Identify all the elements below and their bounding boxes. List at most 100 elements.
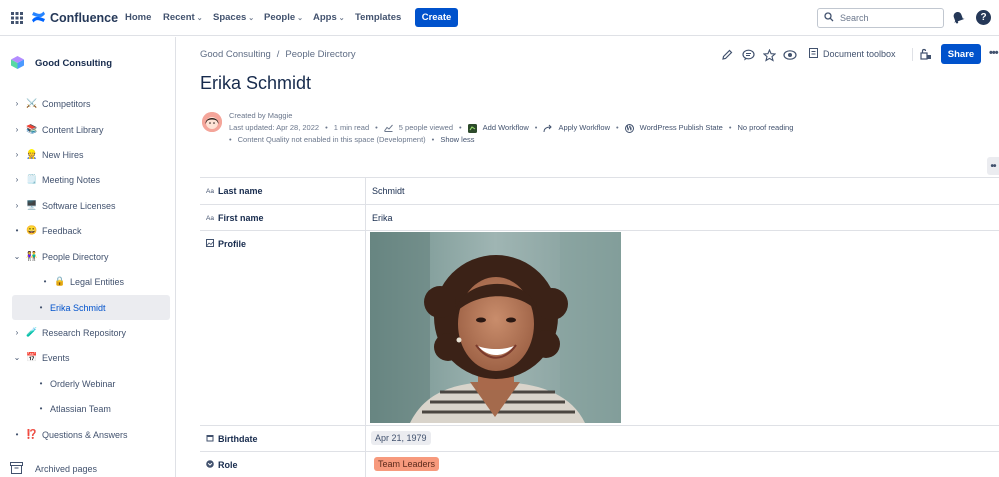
sidebar-item-events[interactable]: ⌄ 📅 Events: [12, 345, 170, 370]
property-label: Aa First name: [206, 213, 264, 223]
show-less-link[interactable]: Show less: [440, 134, 474, 146]
document-toolbox-button[interactable]: Document toolbox: [809, 48, 896, 60]
sidebar-item-meeting-notes[interactable]: › 🗒️ Meeting Notes: [12, 167, 170, 192]
nav-people-label: People: [264, 12, 296, 23]
expand-chevron-icon[interactable]: ›: [12, 150, 22, 159]
expand-chevron-icon[interactable]: ›: [12, 201, 22, 210]
space-logo-icon: [10, 55, 25, 72]
comment-icon[interactable]: [741, 48, 755, 62]
profile-photo[interactable]: [370, 232, 621, 423]
text-type-icon: Aa: [206, 187, 214, 195]
nav-spaces[interactable]: Spaces ⌄: [213, 12, 254, 23]
archived-pages-label: Archived pages: [35, 464, 98, 474]
property-label-text: Birthdate: [218, 434, 258, 444]
birthdate-chip[interactable]: Apr 21, 1979: [371, 431, 431, 445]
sidebar-item-competitors[interactable]: › ⚔️ Competitors: [12, 91, 170, 116]
chevron-down-icon: ⌄: [248, 14, 255, 22]
computer-icon: 🖥️: [26, 200, 38, 210]
app-switcher-icon[interactable]: [9, 10, 25, 26]
smiley-icon: 😀: [26, 225, 38, 235]
sidebar-item-research-repository[interactable]: › 🧪 Research Repository: [12, 320, 170, 345]
property-value-last-name[interactable]: Schmidt: [372, 186, 405, 196]
sidebar-item-software-licenses[interactable]: › 🖥️ Software Licenses: [12, 193, 170, 218]
archived-pages-link[interactable]: Archived pages: [10, 462, 97, 476]
expand-chevron-icon[interactable]: ›: [12, 328, 22, 337]
role-tag[interactable]: Team Leaders: [374, 457, 440, 471]
people-viewed[interactable]: 5 people viewed: [399, 122, 453, 134]
author-avatar[interactable]: [202, 112, 222, 132]
apply-workflow-link[interactable]: Apply Workflow: [558, 122, 610, 134]
sidebar-item-legal-entities[interactable]: • 🔒 Legal Entities: [26, 269, 170, 294]
properties-more-icon[interactable]: ••: [987, 157, 999, 175]
top-navigation: Confluence Home Recent ⌄ Spaces ⌄ People…: [0, 0, 999, 36]
expand-chevron-icon[interactable]: ›: [12, 99, 22, 108]
sidebar-item-atlassian-team[interactable]: • Atlassian Team: [12, 396, 170, 421]
watch-icon[interactable]: [783, 48, 797, 62]
nav-home[interactable]: Home: [125, 12, 151, 23]
product-name: Confluence: [50, 11, 119, 25]
sidebar-item-label: Legal Entities: [70, 276, 125, 287]
property-label-text: Profile: [218, 239, 247, 249]
sidebar: Good Consulting › ⚔️ Competitors › 📚 Con…: [0, 37, 176, 477]
sidebar-item-feedback[interactable]: • 😀 Feedback: [12, 218, 170, 243]
nav-templates[interactable]: Templates: [355, 12, 401, 23]
edit-icon[interactable]: [720, 48, 734, 62]
expand-chevron-icon[interactable]: ›: [12, 125, 22, 134]
sidebar-item-questions-answers[interactable]: • ⁉️ Questions & Answers: [12, 422, 170, 447]
space-header[interactable]: Good Consulting: [10, 55, 112, 72]
sidebar-item-new-hires[interactable]: › 👷 New Hires: [12, 142, 170, 167]
sidebar-item-erika-schmidt[interactable]: • Erika Schmidt: [12, 295, 170, 320]
star-icon[interactable]: [762, 48, 776, 62]
wordpress-publish-state[interactable]: WordPress Publish State: [640, 122, 723, 134]
expand-chevron-icon[interactable]: ›: [12, 175, 22, 184]
property-row-role: Role Team Leaders: [200, 451, 999, 477]
page-title: Erika Schmidt: [200, 73, 312, 93]
read-time: 1 min read: [333, 123, 370, 132]
more-actions-icon[interactable]: •••: [989, 47, 999, 59]
books-icon: 📚: [26, 124, 38, 134]
nav-apps[interactable]: Apps ⌄: [313, 12, 345, 23]
property-row-last-name: Aa Last name Schmidt: [200, 177, 999, 204]
sidebar-item-label: Software Licenses: [42, 200, 116, 211]
document-icon: [809, 48, 818, 60]
calendar-icon: 📅: [26, 352, 38, 362]
breadcrumb-parent[interactable]: People Directory: [285, 49, 355, 60]
share-button[interactable]: Share: [941, 44, 981, 64]
bullet-icon: •: [39, 379, 43, 388]
analytics-icon: [383, 124, 393, 133]
proof-reading-status[interactable]: No proof reading: [738, 122, 794, 134]
property-value-first-name[interactable]: Erika: [372, 213, 393, 223]
bullet-icon: •: [15, 226, 19, 235]
confluence-logo-icon: [31, 10, 46, 26]
bullet-icon: •: [43, 277, 47, 286]
created-by[interactable]: Created by Maggie: [229, 110, 292, 122]
collapse-chevron-icon[interactable]: ⌄: [12, 353, 22, 362]
notifications-icon[interactable]: [951, 10, 965, 24]
text-type-icon: Aa: [206, 214, 214, 222]
collapse-chevron-icon[interactable]: ⌄: [12, 252, 22, 261]
wordpress-icon: W: [624, 123, 634, 133]
sidebar-item-content-library[interactable]: › 📚 Content Library: [12, 117, 170, 142]
search-placeholder: Search: [840, 13, 869, 23]
add-workflow-link[interactable]: Add Workflow: [483, 122, 529, 134]
sidebar-item-label: Atlassian Team: [50, 403, 111, 414]
help-icon[interactable]: ?: [976, 10, 991, 25]
nav-home-label: Home: [125, 12, 152, 23]
nav-recent[interactable]: Recent ⌄: [163, 12, 203, 23]
sidebar-item-label: People Directory: [42, 251, 109, 262]
last-updated[interactable]: Last updated: Apr 28, 2022: [229, 122, 319, 134]
page-byline: Created by Maggie Last updated: Apr 28, …: [229, 110, 794, 146]
archive-box-icon: [10, 462, 23, 476]
restrictions-icon[interactable]: [920, 48, 932, 62]
confluence-logo[interactable]: Confluence: [31, 10, 118, 26]
lock-icon: 🔒: [54, 276, 66, 286]
create-button[interactable]: Create: [415, 8, 458, 27]
nav-people[interactable]: People ⌄: [264, 12, 303, 23]
sidebar-item-people-directory[interactable]: ⌄ 👫 People Directory: [12, 244, 170, 269]
sidebar-item-orderly-webinar[interactable]: • Orderly Webinar: [12, 371, 170, 396]
nav-recent-label: Recent: [163, 12, 195, 23]
search-input[interactable]: Search: [817, 8, 944, 28]
calendar-type-icon: [206, 434, 214, 444]
breadcrumb-space[interactable]: Good Consulting: [200, 49, 271, 60]
sidebar-item-label: Meeting Notes: [42, 174, 101, 185]
